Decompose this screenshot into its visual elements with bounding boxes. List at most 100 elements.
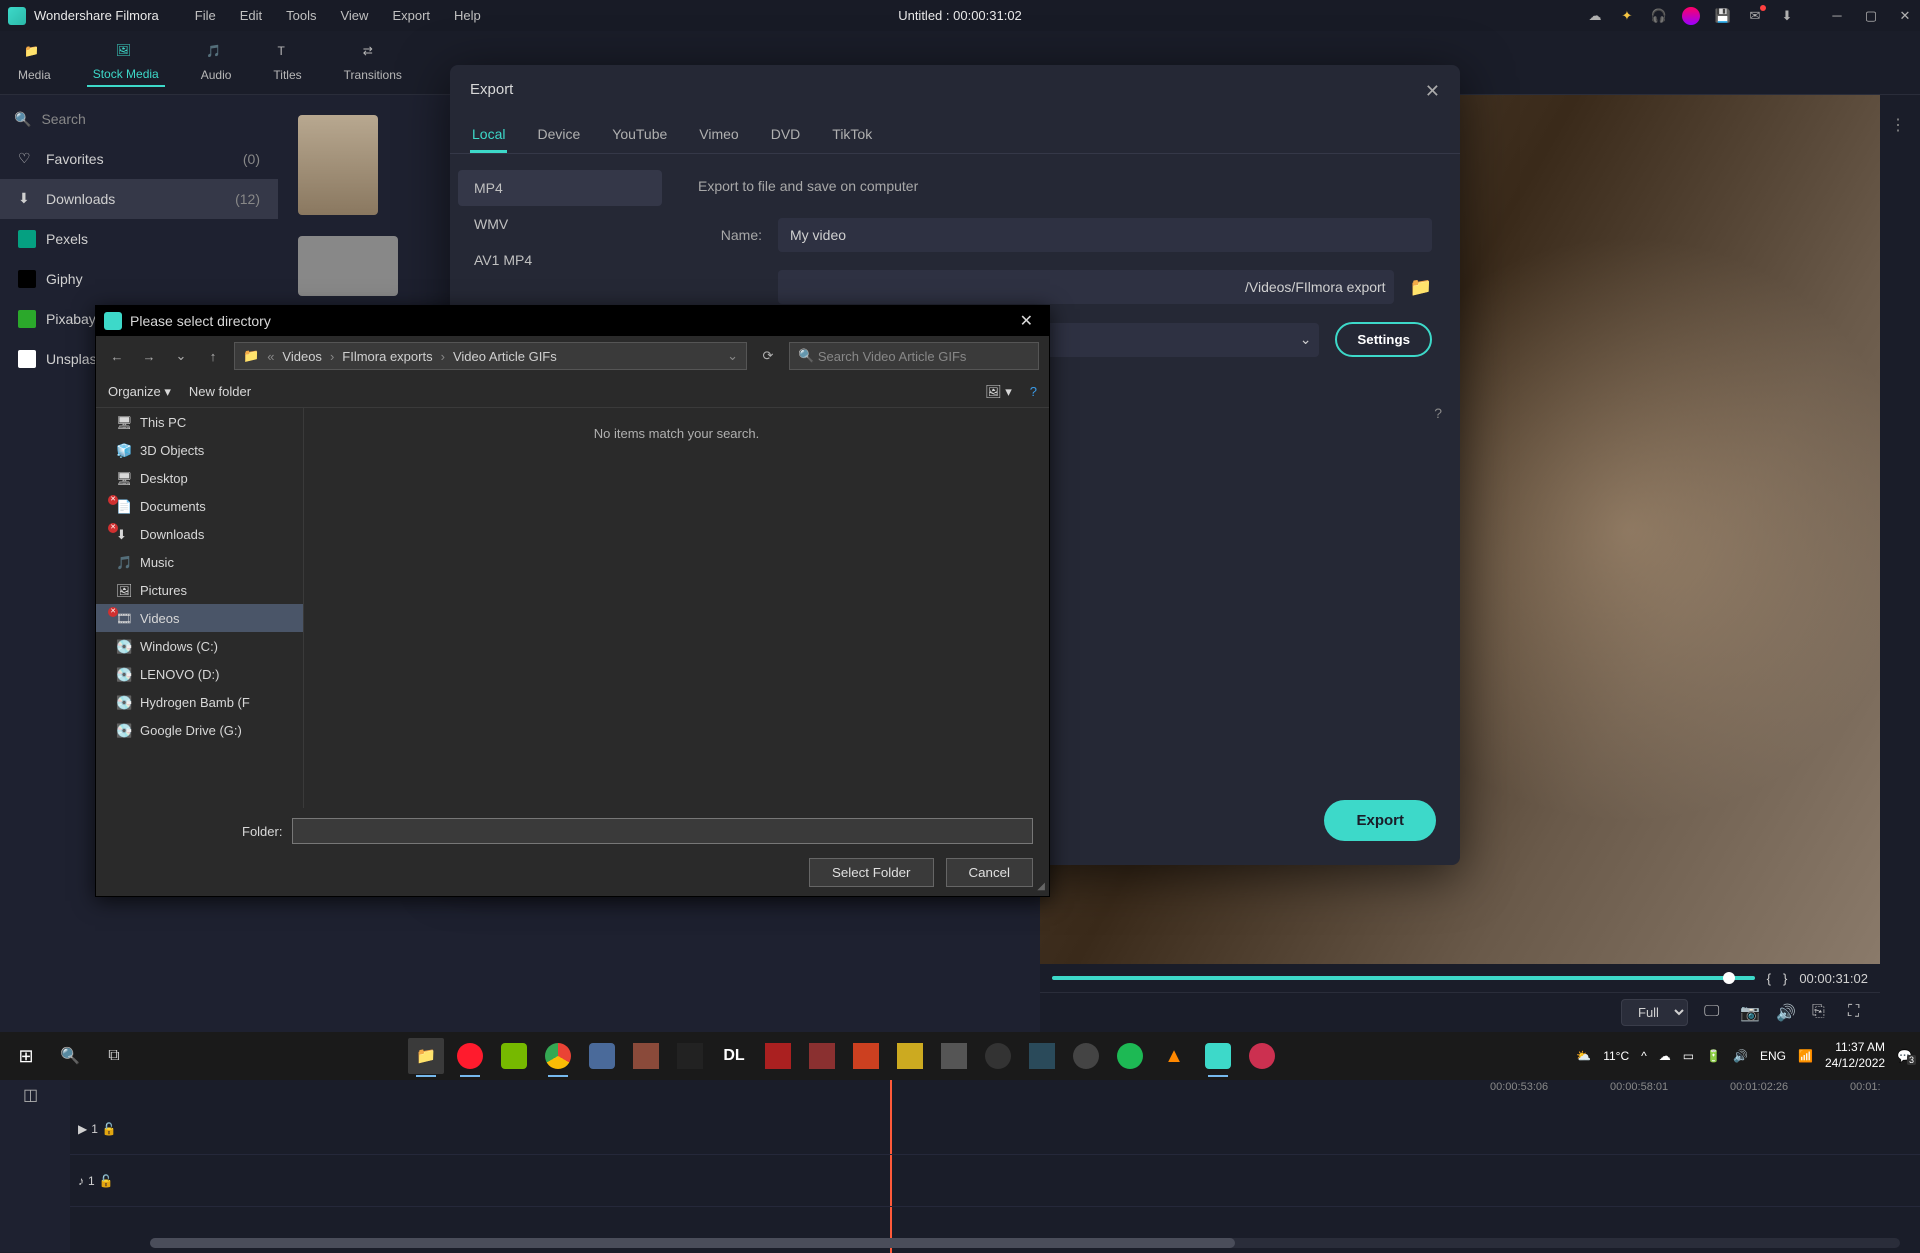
menu-view[interactable]: View	[328, 8, 380, 23]
volume-icon[interactable]: 🔊	[1776, 1003, 1796, 1023]
tray-language-icon[interactable]: ENG	[1760, 1049, 1786, 1063]
folder-dialog-close[interactable]: ✕	[1012, 311, 1041, 331]
marker-out-icon[interactable]: }	[1783, 971, 1787, 986]
organize-button[interactable]: Organize ▾	[108, 384, 171, 400]
cancel-folder-button[interactable]: Cancel	[946, 858, 1034, 887]
nav-up-icon[interactable]: ↑	[202, 345, 224, 367]
taskbar-app-2[interactable]	[628, 1038, 664, 1074]
tree-item[interactable]: 🖼✕Pictures	[96, 576, 303, 604]
task-view-icon[interactable]: ⧉	[96, 1038, 132, 1074]
help-icon[interactable]: ?	[1434, 405, 1442, 421]
export-tab-tiktok[interactable]: TikTok	[830, 118, 874, 153]
view-mode-icon[interactable]: 🖼 ▾	[985, 384, 1012, 400]
export-tab-vimeo[interactable]: Vimeo	[697, 118, 740, 153]
seek-slider[interactable]	[1052, 976, 1755, 980]
taskbar-app-5[interactable]	[760, 1038, 796, 1074]
tree-item[interactable]: 💽LENOVO (D:)	[96, 660, 303, 688]
breadcrumb-bar[interactable]: 📁 « Videos › FIlmora exports › Video Art…	[234, 342, 747, 370]
lock-icon[interactable]: 🔓	[99, 1174, 114, 1188]
mail-icon[interactable]: ✉	[1746, 7, 1764, 25]
fullscreen-icon[interactable]: ⛶	[1848, 1003, 1868, 1023]
idea-icon[interactable]: ✦	[1618, 7, 1636, 25]
tab-stock-media[interactable]: 🖼Stock Media	[87, 39, 165, 87]
tray-meet-icon[interactable]: ▭	[1683, 1049, 1694, 1063]
taskbar-app-6[interactable]	[804, 1038, 840, 1074]
export-settings-button[interactable]: Settings	[1335, 322, 1432, 357]
format-mp4[interactable]: MP4	[458, 170, 662, 206]
tab-titles[interactable]: TTitles	[267, 40, 307, 86]
taskbar-explorer[interactable]: 📁	[408, 1038, 444, 1074]
taskbar-app-9[interactable]	[936, 1038, 972, 1074]
minimize-button[interactable]: ─	[1830, 9, 1844, 23]
tree-item[interactable]: 💽Windows (C:)	[96, 632, 303, 660]
tree-item[interactable]: 💽Google Drive (G:)	[96, 716, 303, 744]
taskbar-vlc[interactable]: ▲	[1156, 1038, 1192, 1074]
download-icon[interactable]: ⬇	[1778, 7, 1796, 25]
taskbar-app-8[interactable]	[892, 1038, 928, 1074]
tree-item[interactable]: 🎞Videos	[96, 604, 303, 632]
tree-item[interactable]: ⬇Downloads	[96, 520, 303, 548]
menu-export[interactable]: Export	[380, 8, 442, 23]
sidebar-item-giphy[interactable]: Giphy	[0, 259, 278, 299]
sidebar-item-downloads[interactable]: ⬇ Downloads (12)	[0, 179, 278, 219]
lock-icon[interactable]: 🔓	[102, 1122, 117, 1136]
menu-help[interactable]: Help	[442, 8, 493, 23]
media-thumb[interactable]	[298, 236, 398, 296]
nav-forward-icon[interactable]: →	[138, 345, 160, 367]
taskbar-spotify[interactable]	[1112, 1038, 1148, 1074]
export-tab-youtube[interactable]: YouTube	[610, 118, 669, 153]
tab-media[interactable]: 📁Media	[12, 40, 57, 86]
menu-edit[interactable]: Edit	[228, 8, 274, 23]
sidebar-item-favorites[interactable]: ♡ Favorites (0)	[0, 139, 278, 179]
weather-icon[interactable]: ⛅	[1576, 1049, 1591, 1063]
right-control-icon[interactable]: ⋮	[1890, 115, 1910, 135]
folder-help-icon[interactable]: ?	[1030, 384, 1037, 399]
tree-item[interactable]: 🎵Music	[96, 548, 303, 576]
notifications-icon[interactable]: 💬3	[1897, 1049, 1912, 1063]
taskbar-nvidia[interactable]	[496, 1038, 532, 1074]
format-wmv[interactable]: WMV	[458, 206, 662, 242]
tray-wifi-icon[interactable]: 📶	[1798, 1049, 1813, 1063]
snapshot-icon[interactable]: 📷	[1740, 1003, 1760, 1023]
export-close-button[interactable]: ✕	[1425, 81, 1440, 102]
taskbar-app-12[interactable]	[1068, 1038, 1104, 1074]
taskbar-opera[interactable]	[452, 1038, 488, 1074]
format-av1[interactable]: AV1 MP4	[458, 242, 662, 278]
search-bar[interactable]: 🔍 Search	[0, 99, 278, 139]
taskbar-app-10[interactable]	[980, 1038, 1016, 1074]
taskbar-app-1[interactable]	[584, 1038, 620, 1074]
refresh-icon[interactable]: ⟳	[757, 345, 779, 367]
taskbar-app-7[interactable]	[848, 1038, 884, 1074]
tree-item[interactable]: 📄✕Documents	[96, 492, 303, 520]
maximize-button[interactable]: ▢	[1864, 9, 1878, 23]
folder-search[interactable]: 🔍 Search Video Article GIFs	[789, 342, 1039, 370]
taskbar-app-4[interactable]: DL	[716, 1038, 752, 1074]
folder-path-input[interactable]	[292, 818, 1033, 844]
folder-tree[interactable]: 🖥This PC🧊3D Objects🖥✕Desktop📄✕Documents⬇…	[96, 408, 304, 808]
weather-temp[interactable]: 11°C	[1603, 1049, 1629, 1063]
tray-onedrive-icon[interactable]: ☁	[1659, 1049, 1671, 1063]
tree-item[interactable]: 🖥✕Desktop	[96, 464, 303, 492]
save-icon[interactable]: 💾	[1714, 7, 1732, 25]
timeline-scrollbar[interactable]	[150, 1238, 1900, 1248]
taskbar-app-13[interactable]	[1244, 1038, 1280, 1074]
taskbar-filmora[interactable]	[1200, 1038, 1236, 1074]
select-folder-button[interactable]: Select Folder	[809, 858, 934, 887]
export-tab-local[interactable]: Local	[470, 118, 507, 153]
export-name-input[interactable]	[778, 218, 1432, 252]
new-folder-button[interactable]: New folder	[189, 384, 251, 399]
tray-volume-icon[interactable]: 🔊	[1733, 1049, 1748, 1063]
taskbar-app-3[interactable]	[672, 1038, 708, 1074]
nav-back-icon[interactable]: ←	[106, 345, 128, 367]
sidebar-item-pexels[interactable]: Pexels	[0, 219, 278, 259]
tree-item[interactable]: 💽Hydrogen Bamb (F	[96, 688, 303, 716]
export-tab-device[interactable]: Device	[535, 118, 582, 153]
media-thumb[interactable]	[298, 115, 378, 215]
close-button[interactable]: ✕	[1898, 9, 1912, 23]
nav-recent-icon[interactable]: ⌄	[170, 345, 192, 367]
tab-audio[interactable]: 🎵Audio	[195, 40, 238, 86]
quality-dropdown[interactable]: Full	[1621, 999, 1688, 1026]
marker-in-icon[interactable]: {	[1767, 971, 1771, 986]
video-track-row[interactable]: ▶1🔓	[70, 1103, 1920, 1155]
browse-folder-icon[interactable]: 📁	[1410, 277, 1432, 298]
